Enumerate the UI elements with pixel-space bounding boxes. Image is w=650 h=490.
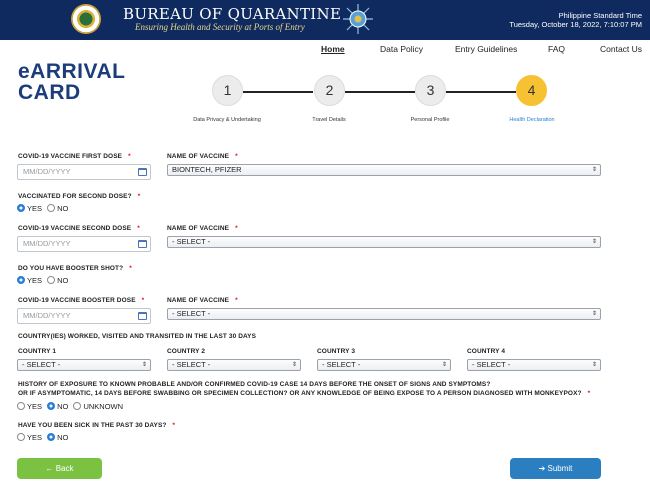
first-vaccine-select[interactable]: BIONTECH, PFIZER ⇕ [167,164,601,176]
booster-vaccine-label: NAME OF VACCINE * [167,297,238,304]
agency-title: BUREAU OF QUARANTINE [123,5,342,23]
calendar-icon[interactable] [138,312,147,320]
second-dose-radio-group: YES NO [17,204,71,213]
nav-faq[interactable]: FAQ [548,44,565,54]
select-arrows-icon: ⇕ [441,362,447,368]
exposure-no-radio[interactable] [47,402,56,410]
select-arrows-icon: ⇕ [591,362,597,368]
step-1-circle: 1 [212,75,243,106]
step-connector [446,91,516,93]
required-marker: * [129,265,132,272]
exposure-yes-radio[interactable] [17,402,25,410]
select-arrows-icon: ⇕ [291,362,297,368]
first-dose-date-input[interactable]: MM/DD/YYYY [17,164,151,180]
doh-seal-logo [71,4,101,34]
time-zone-label: Philippine Standard Time [558,11,642,20]
select-arrows-icon: ⇕ [591,239,597,245]
second-dose-date-input[interactable]: MM/DD/YYYY [17,236,151,252]
required-marker: * [235,297,238,304]
second-vaccine-label: NAME OF VACCINE * [167,225,238,232]
second-vaccine-select[interactable]: - SELECT - ⇕ [167,236,601,248]
current-datetime: Tuesday, October 18, 2022, 7:10:07 PM [509,20,642,29]
sick-question-label: HAVE YOU BEEN SICK IN THE PAST 30 DAYS? * [18,422,176,429]
nav-contact-us[interactable]: Contact Us [600,44,642,54]
main-nav: Home Data Policy Entry Guidelines FAQ Co… [0,44,650,56]
country-4-label: COUNTRY 4 [467,348,506,355]
step-1-label: Data Privacy & Undertaking [193,117,261,123]
step-3-circle: 3 [415,75,446,106]
exposure-question-line2: OR IF ASYMPTOMATIC, 14 DAYS BEFORE SWABB… [18,390,591,397]
sick-radio-group: YES NO [17,433,71,442]
step-connector [243,91,313,93]
required-marker: * [137,225,140,232]
submit-button[interactable]: ➔ Submit [510,458,601,479]
required-marker: * [128,153,131,160]
step-3-label: Personal Profile [410,117,450,123]
country-4-select[interactable]: - SELECT - ⇕ [467,359,601,371]
sick-no-radio[interactable] [47,433,56,441]
first-dose-label: COVID-19 VACCINE FIRST DOSE * [18,153,131,160]
select-arrows-icon: ⇕ [591,167,597,173]
booster-dose-date-input[interactable]: MM/DD/YYYY [17,308,151,324]
second-dose-label: COVID-19 VACCINE SECOND DOSE * [18,225,140,232]
exposure-unknown-radio[interactable] [73,402,82,410]
second-dose-yes-radio[interactable] [17,204,25,212]
step-4-circle: 4 [516,75,547,106]
sick-yes-radio[interactable] [17,433,25,441]
required-marker: * [587,390,591,397]
agency-tagline: Ensuring Health and Security at Ports of… [135,22,305,32]
select-arrows-icon: ⇕ [141,362,147,368]
required-marker: * [235,153,238,160]
step-4-label: Health Declaration [509,117,555,123]
required-marker: * [235,225,238,232]
nav-entry-guidelines[interactable]: Entry Guidelines [455,44,517,54]
required-marker: * [172,422,176,429]
clock-display: Philippine Standard Time Tuesday, Octobe… [509,11,642,29]
country-3-label: COUNTRY 3 [317,348,356,355]
step-connector [345,91,415,93]
booster-dose-label: COVID-19 VACCINE BOOSTER DOSE * [18,297,145,304]
calendar-icon[interactable] [138,240,147,248]
second-dose-no-radio[interactable] [47,204,56,212]
select-arrows-icon: ⇕ [591,311,597,317]
booster-yes-radio[interactable] [17,276,25,284]
quarantine-emblem-logo [343,4,373,34]
step-2-label: Travel Details [312,117,346,123]
country-1-label: COUNTRY 1 [18,348,57,355]
required-marker: * [141,297,145,304]
second-dose-question-label: VACCINATED FOR SECOND DOSE? * [18,193,141,200]
booster-question-label: DO YOU HAVE BOOSTER SHOT? * [18,265,132,272]
booster-no-radio[interactable] [47,276,56,284]
country-2-select[interactable]: - SELECT - ⇕ [167,359,301,371]
calendar-icon[interactable] [138,168,147,176]
country-3-select[interactable]: - SELECT - ⇕ [317,359,451,371]
exposure-radio-group: YES NO UNKNOWN [17,402,126,411]
step-2-circle: 2 [314,75,345,106]
first-vaccine-label: NAME OF VACCINE * [167,153,238,160]
back-button[interactable]: ← Back [17,458,102,479]
required-marker: * [137,193,141,200]
nav-data-policy[interactable]: Data Policy [380,44,423,54]
nav-home[interactable]: Home [321,44,345,54]
country-2-label: COUNTRY 2 [167,348,206,355]
countries-section-label: COUNTRY(IES) WORKED, VISITED AND TRANSIT… [18,333,257,340]
page-title: eARRIVAL CARD [18,60,126,104]
booster-vaccine-select[interactable]: - SELECT - ⇕ [167,308,601,320]
country-1-select[interactable]: - SELECT - ⇕ [17,359,151,371]
booster-radio-group: YES NO [17,276,71,285]
site-header: BUREAU OF QUARANTINE Ensuring Health and… [0,0,650,40]
exposure-question-line1: HISTORY OF EXPOSURE TO KNOWN PROBABLE AN… [18,381,491,388]
